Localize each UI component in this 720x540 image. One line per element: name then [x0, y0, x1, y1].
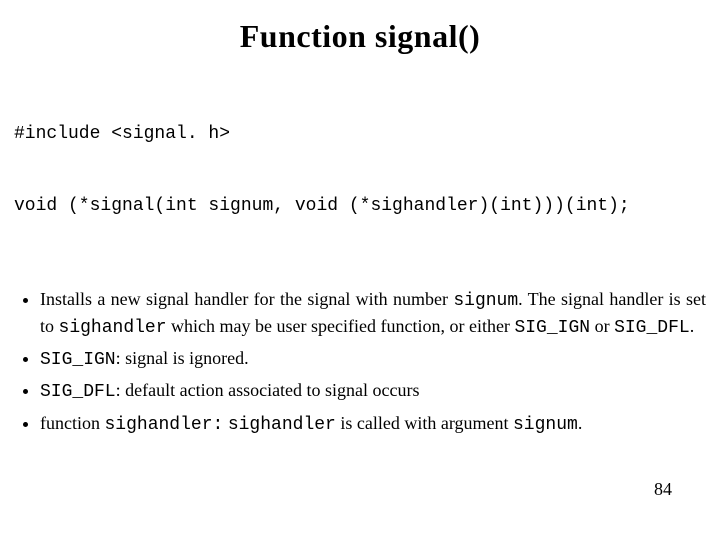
code-line-2: void (*signal(int signum, void (*sighand…	[14, 194, 706, 218]
bullet-list-2: SIG_IGN: signal is ignored. SIG_DFL: def…	[14, 346, 706, 437]
text: which may be user specified function, or…	[167, 316, 515, 336]
bullet-list-1: Installs a new signal handler for the si…	[14, 287, 706, 340]
code-sig-dfl: SIG_DFL	[40, 382, 116, 402]
text: function	[40, 413, 105, 433]
text: .	[578, 413, 583, 433]
text: or	[590, 316, 614, 336]
text: Installs a new signal handler for the si…	[40, 289, 453, 309]
code-sighandler: sighandler	[59, 318, 167, 338]
code-line-1: #include <signal. h>	[14, 122, 706, 146]
code-sig-ign: SIG_IGN	[40, 350, 116, 370]
text: : default action associated to signal oc…	[116, 380, 420, 400]
bullet-sighandler: function sighandler: sighandler is calle…	[40, 411, 706, 437]
code-signum: signum	[453, 291, 518, 311]
code-sig-dfl: SIG_DFL	[614, 318, 690, 338]
page-number: 84	[654, 479, 672, 500]
code-sighandler: sighandler:	[105, 415, 224, 435]
code-sig-ign: SIG_IGN	[514, 318, 590, 338]
bullet-sig-dfl: SIG_DFL: default action associated to si…	[40, 378, 706, 404]
text: is called with argument	[336, 413, 513, 433]
bullet-sig-ign: SIG_IGN: signal is ignored.	[40, 346, 706, 372]
text: : signal is ignored.	[116, 348, 249, 368]
code-sighandler: sighandler	[228, 415, 336, 435]
bullet-install: Installs a new signal handler for the si…	[40, 287, 706, 340]
slide: Function signal() #include <signal. h> v…	[0, 0, 720, 540]
text: .	[690, 316, 695, 336]
slide-title: Function signal()	[14, 18, 706, 55]
code-block: #include <signal. h> void (*signal(int s…	[14, 73, 706, 267]
code-signum: signum	[513, 415, 578, 435]
